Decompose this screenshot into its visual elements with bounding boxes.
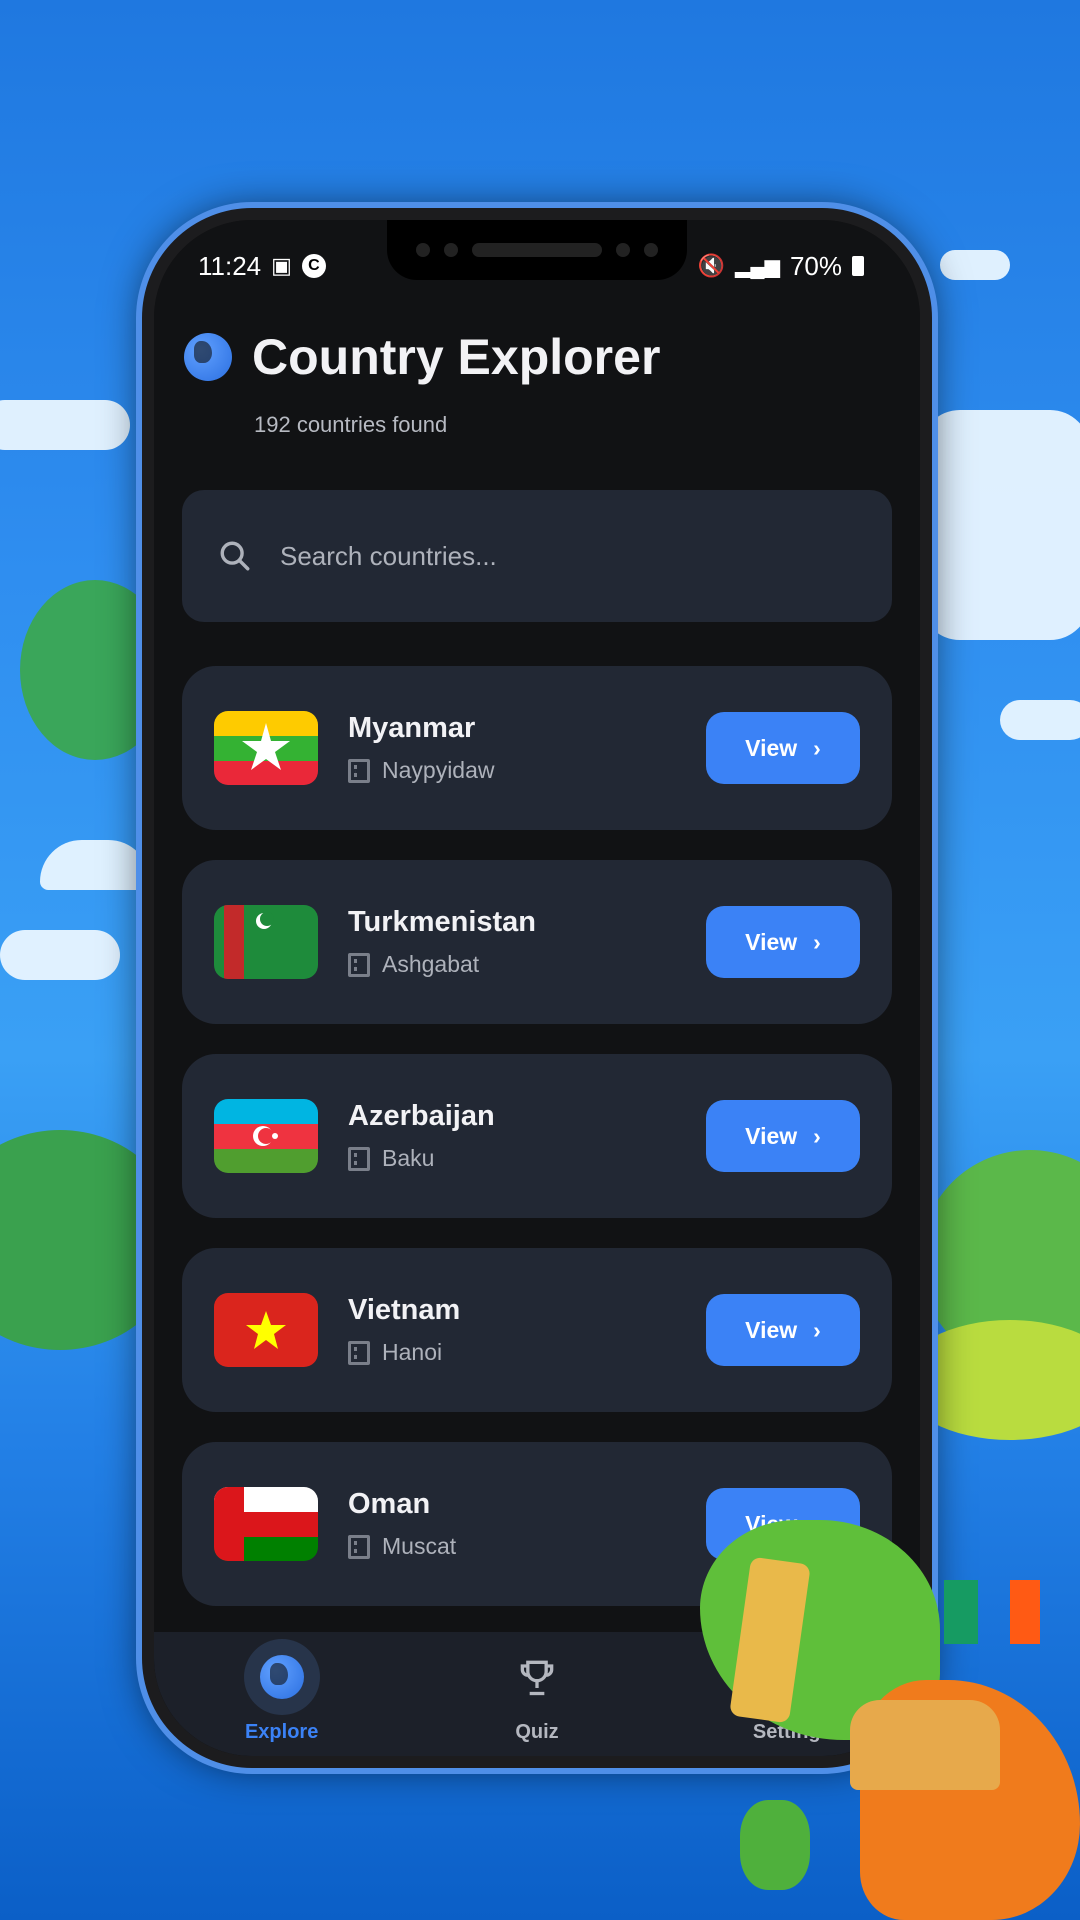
country-card[interactable]: Turkmenistan Ashgabat View › xyxy=(182,860,892,1024)
status-bar: 11:24 ▣ C 🔇 ▂▄▆ 70% xyxy=(154,242,920,290)
c-app-icon: C xyxy=(301,254,326,278)
capital-name: Naypyidaw xyxy=(382,757,495,783)
country-name: Myanmar xyxy=(348,712,476,744)
view-button[interactable]: View › xyxy=(706,1100,860,1172)
trophy-icon xyxy=(520,1660,554,1695)
image-icon: ▣ xyxy=(271,253,292,278)
chevron-right-icon: › xyxy=(813,1316,821,1343)
building-icon xyxy=(348,952,370,977)
flag-turkmenistan-icon xyxy=(214,905,318,979)
view-label: View xyxy=(745,1122,798,1149)
header: Country Explorer 192 countries found xyxy=(184,328,890,438)
country-name: Azerbaijan xyxy=(348,1100,495,1132)
country-name: Turkmenistan xyxy=(348,906,537,938)
country-card[interactable]: Azerbaijan Baku View › xyxy=(182,1054,892,1218)
tab-quiz[interactable]: Quiz xyxy=(437,1639,637,1744)
capital-name: Ashgabat xyxy=(382,951,480,977)
chevron-right-icon: › xyxy=(813,928,821,955)
signal-icon: ▂▄▆ xyxy=(735,255,780,278)
flag-oman-icon xyxy=(214,1487,318,1561)
country-card[interactable]: Vietnam Hanoi View › xyxy=(182,1248,892,1412)
building-icon xyxy=(348,1146,370,1171)
battery-icon xyxy=(852,256,864,276)
flag-myanmar-icon xyxy=(214,711,318,785)
building-icon xyxy=(348,1340,370,1365)
status-time: 11:24 xyxy=(198,250,262,281)
chevron-right-icon: › xyxy=(813,1122,821,1149)
view-button[interactable]: View › xyxy=(706,712,860,784)
view-button[interactable]: View › xyxy=(706,906,860,978)
battery-percent: 70% xyxy=(789,250,842,281)
view-label: View xyxy=(745,1316,798,1343)
country-name: Vietnam xyxy=(348,1294,461,1326)
globe-icon xyxy=(184,333,232,381)
country-card[interactable]: Myanmar Naypyidaw View › xyxy=(182,666,892,830)
tab-quiz-label: Quiz xyxy=(515,1720,559,1743)
search-icon xyxy=(220,541,250,571)
results-count: 192 countries found xyxy=(254,412,448,437)
capital-name: Muscat xyxy=(382,1533,457,1559)
search-input[interactable] xyxy=(280,540,840,572)
page-title: Country Explorer xyxy=(252,329,661,385)
chevron-right-icon: › xyxy=(813,734,821,761)
mute-icon: 🔇 xyxy=(697,253,726,278)
country-list: Myanmar Naypyidaw View › Turkmenistan Ash… xyxy=(182,666,892,1636)
building-icon xyxy=(348,1534,370,1559)
tab-explore[interactable]: Explore xyxy=(182,1638,382,1744)
view-label: View xyxy=(745,734,798,761)
capital-name: Baku xyxy=(382,1145,435,1171)
flag-azerbaijan-icon xyxy=(214,1099,318,1173)
tab-explore-label: Explore xyxy=(244,1720,319,1743)
globe-icon xyxy=(259,1654,304,1699)
capital-name: Hanoi xyxy=(382,1339,443,1365)
country-name: Oman xyxy=(348,1488,431,1520)
building-icon xyxy=(348,758,370,783)
view-button[interactable]: View › xyxy=(706,1294,860,1366)
search-bar[interactable] xyxy=(182,490,892,622)
flag-vietnam-icon xyxy=(214,1293,318,1367)
view-label: View xyxy=(745,928,798,955)
